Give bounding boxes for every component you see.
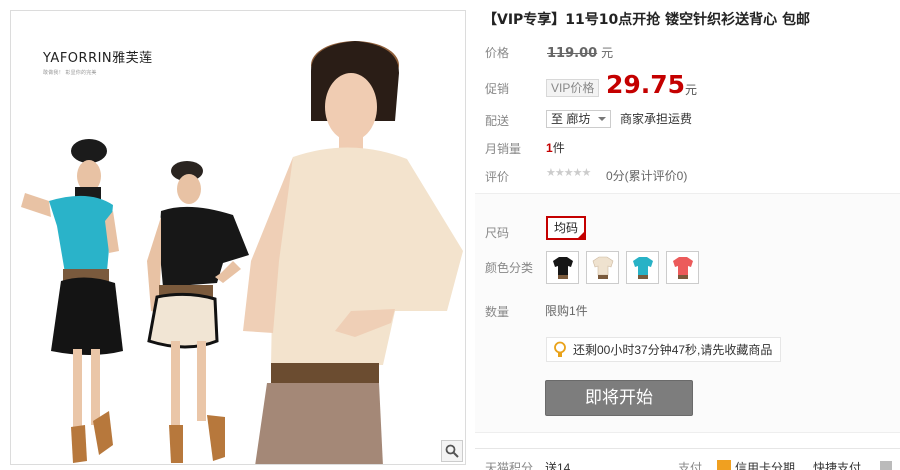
- quick-pay[interactable]: 快捷支付: [813, 459, 861, 470]
- color-label: 颜色分类: [485, 261, 534, 275]
- model-black: [147, 161, 249, 463]
- service-strip: 天猫积分 送14 支付 信用卡分期 快捷支付: [475, 448, 900, 470]
- selected-check-icon: [577, 231, 586, 239]
- tshirt-black-icon: [552, 256, 573, 279]
- points-label: 天猫积分: [485, 461, 534, 470]
- color-swatch-turquoise[interactable]: [626, 251, 659, 284]
- color-swatch-coral[interactable]: [666, 251, 699, 284]
- rating-stars-icon: ★★★★★: [546, 167, 591, 179]
- shipping-label: 配送: [485, 114, 510, 128]
- tshirt-cream-icon: [592, 256, 613, 279]
- color-swatch-black[interactable]: [546, 251, 579, 284]
- size-option-selected[interactable]: 均码: [546, 216, 587, 240]
- size-label: 尺码: [485, 226, 510, 240]
- quantity-label: 数量: [485, 305, 510, 319]
- model-turquoise: [21, 139, 123, 463]
- tshirt-turquoise-icon: [632, 256, 653, 279]
- promo-label: 促销: [485, 82, 510, 96]
- product-gallery[interactable]: YAFORRIN雅芙莲 敢做我！ 彰显你的完美: [10, 10, 466, 465]
- brand-logo: YAFORRIN雅芙莲 敢做我！ 彰显你的完美: [43, 47, 163, 76]
- credit-card-icon: [717, 460, 731, 470]
- countdown-text: 还剩00小时37分钟47秒,请先收藏商品: [573, 343, 773, 357]
- tshirt-coral-icon: [672, 256, 693, 279]
- mobile-pay-icon: [880, 461, 892, 470]
- review-summary[interactable]: 0分(累计评价0): [606, 167, 687, 184]
- original-price: 119.00 元: [547, 44, 613, 61]
- points-value: 送14: [545, 461, 571, 470]
- color-swatch-cream[interactable]: [586, 251, 619, 284]
- original-price-unit: 元: [601, 46, 614, 60]
- sales-label: 月销量: [485, 142, 522, 156]
- price-label: 价格: [485, 46, 510, 60]
- pay-label: 支付: [678, 461, 703, 470]
- shipping-destination-value: 至 廊坊: [551, 112, 591, 126]
- monthly-sales: 1件: [546, 139, 565, 156]
- brand-name: YAFORRIN雅芙莲: [43, 51, 153, 66]
- color-swatches: [546, 251, 699, 284]
- product-title: 【VIP专享】11号10点开抢 镂空针织衫送背心 包邮: [483, 12, 811, 28]
- shipping-fee-note: 商家承担运费: [620, 112, 693, 126]
- promo-price-unit: 元: [685, 83, 698, 97]
- credit-card-installment[interactable]: 信用卡分期: [735, 459, 795, 470]
- rating-label: 评价: [485, 170, 510, 184]
- sales-count: 1: [546, 141, 553, 155]
- zoom-button[interactable]: [441, 440, 463, 462]
- purchase-options-panel: 尺码 均码 颜色分类 数量 限购1件 还剩00小时37分钟47秒,请先收藏商品 …: [475, 193, 900, 433]
- model-cream: [243, 41, 463, 464]
- size-option-label: 均码: [554, 221, 579, 235]
- promo-price: 29.75: [606, 70, 686, 99]
- original-price-value: 119.00: [547, 46, 598, 61]
- brand-slogan: 敢做我！ 彰显你的完美: [43, 70, 97, 76]
- countdown-notice: 还剩00小时37分钟47秒,请先收藏商品: [546, 337, 782, 362]
- coming-soon-button[interactable]: 即将开始: [545, 380, 693, 416]
- product-photo: [21, 41, 463, 464]
- lightbulb-icon: [554, 341, 566, 357]
- product-detail: 【VIP专享】11号10点开抢 镂空针织衫送背心 包邮 价格 119.00 元 促…: [475, 0, 900, 470]
- shipping-destination-select[interactable]: 至 廊坊: [546, 110, 612, 128]
- sales-unit: 件: [552, 141, 565, 155]
- purchase-limit: 限购1件: [545, 304, 588, 318]
- vip-price-tag: VIP价格: [546, 79, 600, 97]
- magnifier-icon: [445, 444, 459, 458]
- chevron-down-icon: [598, 117, 607, 121]
